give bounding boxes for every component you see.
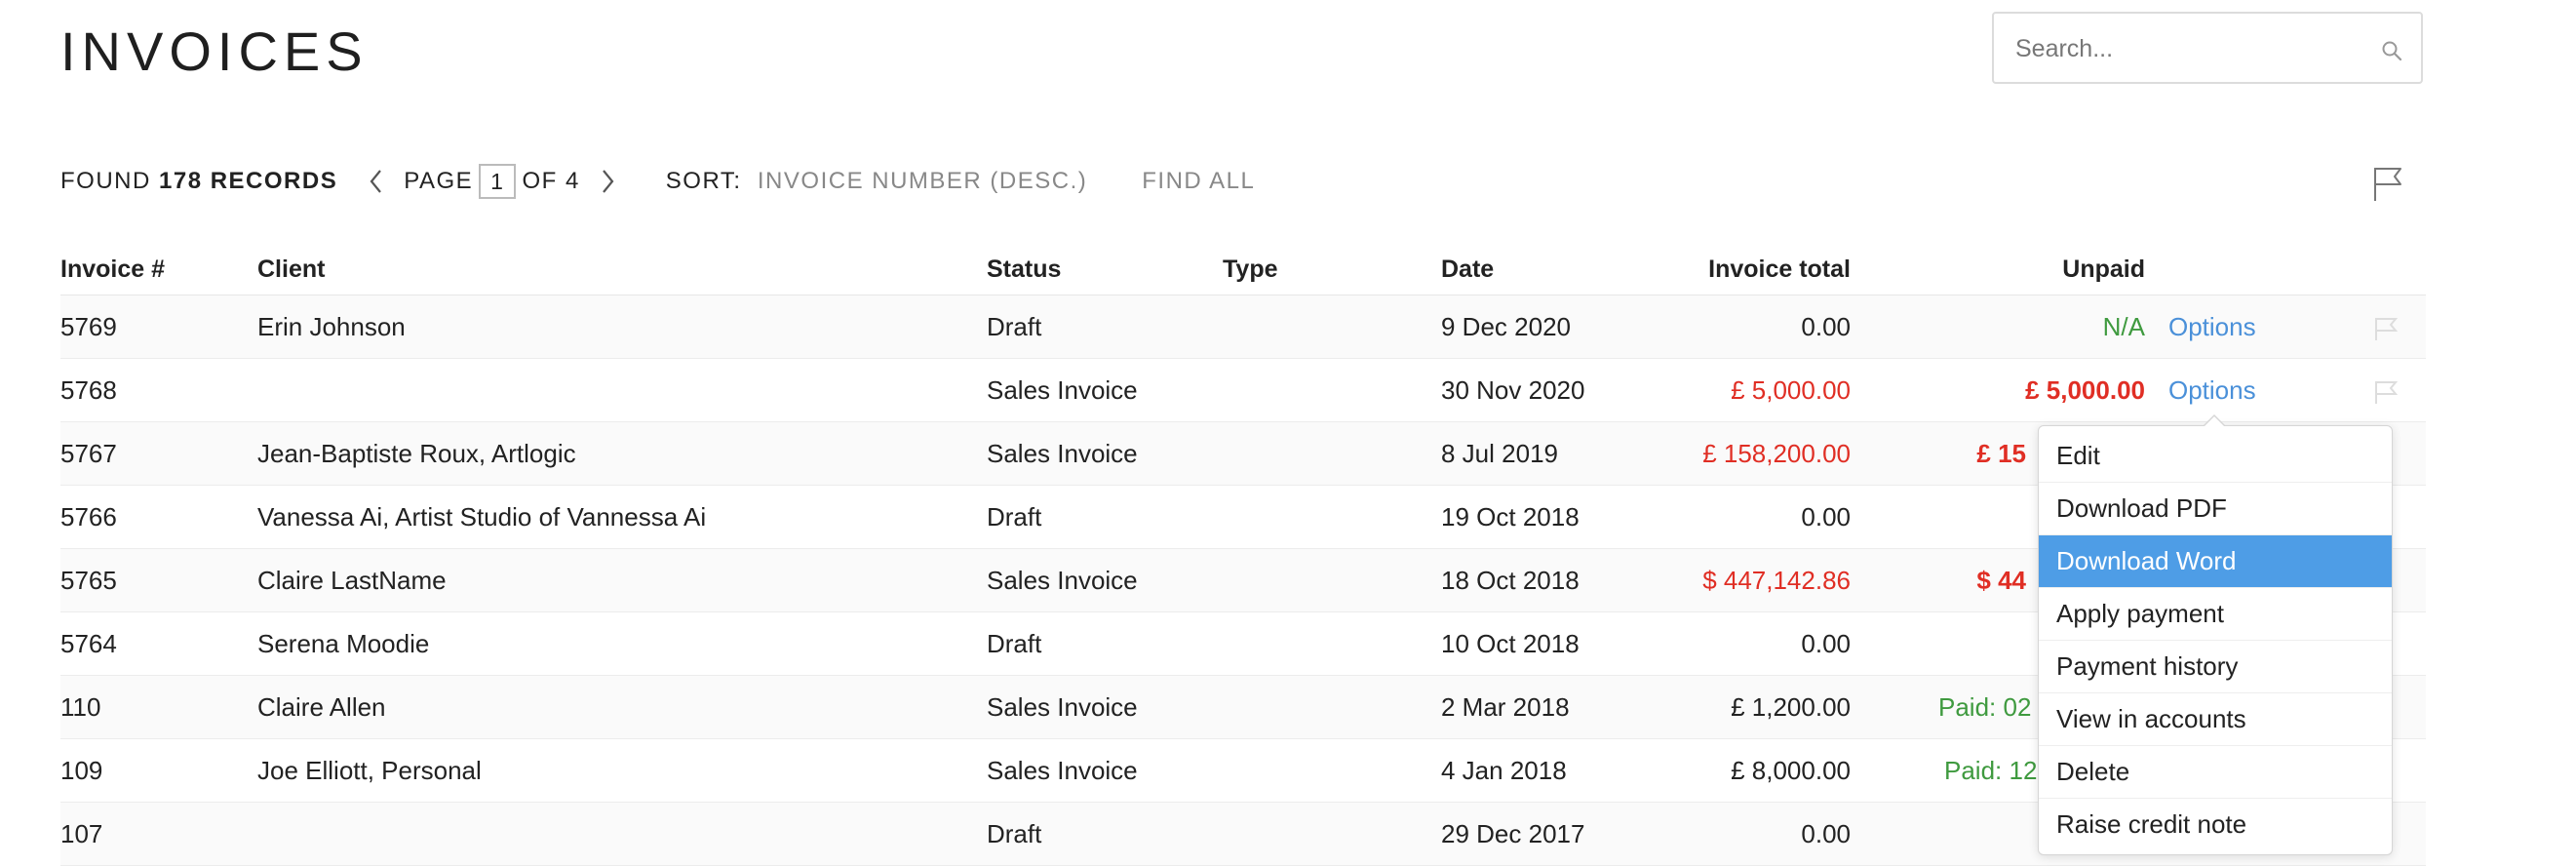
status: Sales Invoice [987, 692, 1138, 722]
invoice-number: 5766 [60, 502, 117, 531]
client-name: Claire Allen [257, 692, 386, 722]
page-number-box[interactable]: 1 [479, 164, 517, 199]
invoice-number: 110 [60, 692, 101, 722]
client-name: Jean-Baptiste Roux, Artlogic [257, 439, 576, 468]
flag-icon[interactable] [2373, 315, 2400, 342]
invoice-number: 5768 [60, 375, 117, 405]
status: Draft [987, 502, 1042, 531]
search-box[interactable] [1992, 12, 2423, 84]
table-header: Invoice # Client Status Type Date Invoic… [60, 248, 2426, 295]
date: 9 Dec 2020 [1441, 312, 1571, 341]
menu-item-download-word[interactable]: Download Word [2039, 535, 2392, 588]
invoice-total: £ 8,000.00 [1731, 756, 1851, 785]
invoice-total: 0.00 [1801, 502, 1851, 531]
invoice-total: 0.00 [1801, 819, 1851, 848]
search-icon[interactable] [2380, 39, 2403, 62]
unpaid-amount: $ 44 [1976, 566, 2026, 595]
invoice-number: 5764 [60, 629, 117, 658]
invoice-total: $ 447,142.86 [1702, 566, 1851, 595]
menu-item-payment-history[interactable]: Payment history [2039, 641, 2392, 693]
date: 8 Jul 2019 [1441, 439, 1558, 468]
unpaid-amount: £ 15 [1976, 439, 2026, 468]
status: Sales Invoice [987, 756, 1138, 785]
invoice-total: £ 1,200.00 [1731, 692, 1851, 722]
header-client[interactable]: Client [257, 256, 325, 284]
invoice-total: £ 5,000.00 [1731, 375, 1851, 405]
status: Sales Invoice [987, 439, 1138, 468]
records-toolbar: FOUND 178 RECORDS PAGE 1 OF 4 SORT: INVO… [60, 162, 1255, 201]
client-name: Vanessa Ai, Artist Studio of Vannessa Ai [257, 502, 707, 531]
status: Sales Invoice [987, 375, 1138, 405]
client-name: Claire LastName [257, 566, 447, 595]
status: Sales Invoice [987, 566, 1138, 595]
status: Draft [987, 629, 1042, 658]
paid-status: Paid: 02 [1938, 692, 2032, 722]
find-all-link[interactable]: FIND ALL [1142, 168, 1255, 195]
chevron-left-icon[interactable] [367, 167, 386, 196]
menu-item-delete[interactable]: Delete [2039, 746, 2392, 799]
invoice-total: 0.00 [1801, 629, 1851, 658]
header-unpaid[interactable]: Unpaid [2062, 256, 2145, 284]
invoice-total: 0.00 [1801, 312, 1851, 341]
menu-item-edit[interactable]: Edit [2039, 430, 2392, 483]
client-name: Joe Elliott, Personal [257, 756, 482, 785]
invoice-number: 5767 [60, 439, 117, 468]
sort-dropdown[interactable]: INVOICE NUMBER (DESC.) [758, 168, 1087, 195]
header-date[interactable]: Date [1441, 256, 1494, 284]
invoice-number: 107 [60, 819, 103, 848]
date: 4 Jan 2018 [1441, 756, 1567, 785]
table-row[interactable]: 5768 Sales Invoice 30 Nov 2020 £ 5,000.0… [60, 359, 2426, 422]
table-row[interactable]: 5769 Erin Johnson Draft 9 Dec 2020 0.00 … [60, 295, 2426, 359]
status: Draft [987, 819, 1042, 848]
invoice-total: £ 158,200.00 [1702, 439, 1851, 468]
menu-item-raise-credit-note[interactable]: Raise credit note [2039, 799, 2392, 850]
options-dropdown-menu: Edit Download PDF Download Word Apply pa… [2038, 414, 2393, 855]
unpaid-amount: N/A [2102, 312, 2145, 341]
page-label: PAGE [404, 168, 474, 194]
header-invoice-number[interactable]: Invoice # [60, 256, 165, 284]
paid-status: Paid: 12 [1944, 756, 2038, 785]
date: 19 Oct 2018 [1441, 502, 1580, 531]
flag-icon[interactable] [2371, 164, 2406, 203]
sort-label: SORT: [665, 168, 742, 194]
found-count: 178 RECORDS [159, 168, 338, 194]
header-invoice-total[interactable]: Invoice total [1708, 256, 1851, 284]
date: 29 Dec 2017 [1441, 819, 1585, 848]
header-status[interactable]: Status [987, 256, 1061, 284]
found-prefix: FOUND [60, 168, 151, 194]
invoice-number: 109 [60, 756, 103, 785]
menu-item-view-in-accounts[interactable]: View in accounts [2039, 693, 2392, 746]
client-name: Serena Moodie [257, 629, 430, 658]
invoice-number: 5769 [60, 312, 117, 341]
page-title: INVOICES [60, 20, 369, 82]
options-link[interactable]: Options [2168, 375, 2256, 406]
date: 10 Oct 2018 [1441, 629, 1580, 658]
options-link[interactable]: Options [2168, 312, 2256, 342]
flag-icon[interactable] [2373, 378, 2400, 406]
menu-item-apply-payment[interactable]: Apply payment [2039, 588, 2392, 641]
date: 2 Mar 2018 [1441, 692, 1570, 722]
chevron-right-icon[interactable] [598, 167, 617, 196]
search-input[interactable] [2013, 14, 2368, 84]
header-type[interactable]: Type [1223, 256, 1278, 284]
menu-item-download-pdf[interactable]: Download PDF [2039, 483, 2392, 535]
client-name: Erin Johnson [257, 312, 406, 341]
date: 18 Oct 2018 [1441, 566, 1580, 595]
status: Draft [987, 312, 1042, 341]
page-of-label: OF 4 [522, 168, 580, 194]
unpaid-amount: £ 5,000.00 [2025, 375, 2145, 405]
invoice-number: 5765 [60, 566, 117, 595]
date: 30 Nov 2020 [1441, 375, 1585, 405]
